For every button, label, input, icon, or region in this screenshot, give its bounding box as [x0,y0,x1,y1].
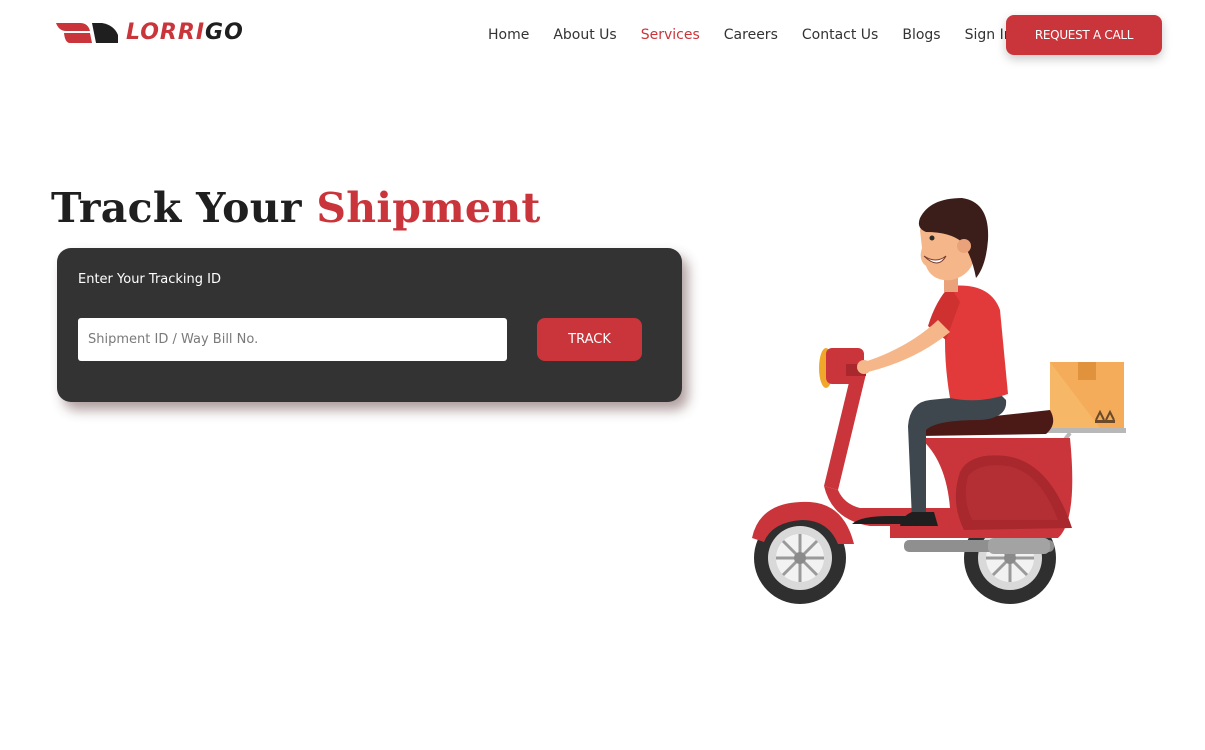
brand-logo-icon [56,23,118,43]
nav-services[interactable]: Services [641,24,700,46]
nav-home[interactable]: Home [488,24,529,46]
page-title-part1: Track Your [51,184,302,232]
brand-name-part1: LORRI [126,20,206,45]
page-title: Track Your Shipment [51,182,541,234]
brand-name-part2: GO [205,20,244,45]
tracking-card: Enter Your Tracking ID TRACK [57,248,682,402]
request-a-call-button[interactable]: REQUEST A CALL [1006,15,1162,55]
page-title-part2: Shipment [316,184,541,232]
main-nav: Home About Us Services Careers Contact U… [476,24,1025,46]
nav-contact-us[interactable]: Contact Us [802,24,878,46]
tracking-id-input[interactable] [78,318,507,361]
package-box-icon [1050,362,1124,428]
track-button[interactable]: TRACK [537,318,642,361]
brand-name: LORRIGO [126,20,244,46]
nav-about-us[interactable]: About Us [553,24,616,46]
delivery-scooter-illustration [752,198,1126,604]
brand-logo[interactable]: LORRIGO [56,20,244,46]
nav-careers[interactable]: Careers [724,24,778,46]
tracking-id-label: Enter Your Tracking ID [78,272,222,287]
nav-blogs[interactable]: Blogs [902,24,940,46]
